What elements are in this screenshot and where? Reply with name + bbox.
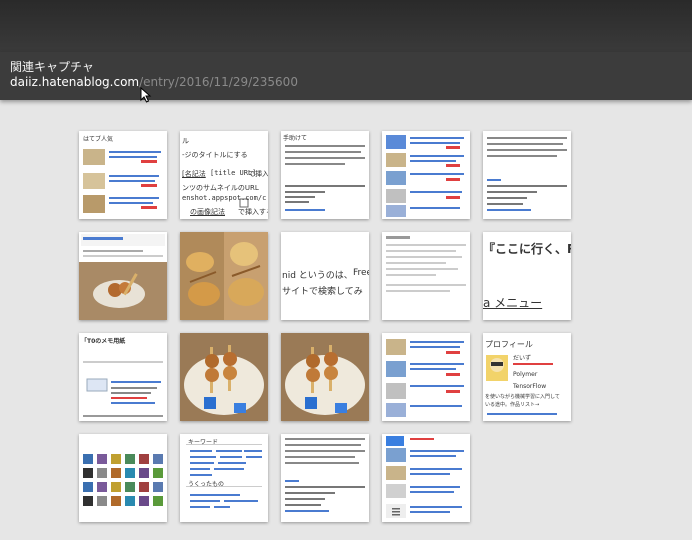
capture-tile[interactable]: 「T0のメモ用紙 <box>79 333 167 421</box>
capture-tile[interactable] <box>180 232 268 320</box>
avatar-icon <box>83 468 93 478</box>
tile-text: 手助けて <box>283 135 308 142</box>
capture-tile[interactable]: 『ここに行く、RA a メニュー <box>483 232 571 320</box>
capture-tile[interactable] <box>281 333 369 421</box>
avatar-icon <box>153 482 163 492</box>
avatar-icon <box>111 468 121 478</box>
tile-text: a メニュー <box>483 296 543 310</box>
capture-tile[interactable]: 手助けて <box>281 131 369 219</box>
capture-thumbnail <box>285 438 365 512</box>
tile-text: nid というのは、 <box>282 271 353 281</box>
page-title: 関連キャプチャ <box>10 60 94 74</box>
capture-tile[interactable]: nid というのは、 Free サイトで検索してみ <box>281 232 369 320</box>
tile-text: TensorFlow <box>513 383 547 390</box>
capture-tile[interactable]: プロフィール だいず Polymer TensorFlow を使いながら機械学習… <box>483 333 571 421</box>
avatar-icon <box>153 468 163 478</box>
capture-thumbnail <box>83 454 163 506</box>
capture-thumbnail <box>386 236 466 292</box>
capture-thumbnail <box>79 234 167 320</box>
avatar-icon <box>153 496 163 506</box>
tile-text: キーワード <box>188 439 219 446</box>
tile-text: Polymer <box>513 371 538 378</box>
avatar-icon <box>111 482 121 492</box>
capture-tile[interactable] <box>79 434 167 522</box>
url-host: daiiz.hatenablog.com <box>10 75 140 89</box>
capture-thumbnail <box>386 135 464 217</box>
capture-thumbnail <box>83 361 163 417</box>
capture-thumbnail <box>487 137 567 211</box>
tile-text: はてブ人気 <box>83 136 114 143</box>
capture-thumbnail <box>180 232 268 320</box>
capture-thumbnail <box>285 145 365 211</box>
page-url[interactable]: daiiz.hatenablog.com/entry/2016/11/29/23… <box>10 75 298 89</box>
capture-tile[interactable] <box>382 333 470 421</box>
tile-text: で挿入 <box>248 170 268 178</box>
capture-tile[interactable]: ル -ジのタイトルにする [名記法 [title URL] で挿入 ンツのサムネ… <box>180 131 268 219</box>
page-header: 関連キャプチャ daiiz.hatenablog.com/entry/2016/… <box>0 52 692 100</box>
capture-tile[interactable]: はてブ人気 <box>79 131 167 219</box>
tile-text: 『ここに行く、RA <box>483 242 571 256</box>
tile-text: [名記法 <box>182 170 206 178</box>
avatar-icon <box>111 454 121 464</box>
capture-tile[interactable] <box>281 434 369 522</box>
avatar-icon <box>125 468 135 478</box>
capture-tile[interactable] <box>79 232 167 320</box>
avatar-icon <box>139 454 149 464</box>
avatar-icon <box>83 496 93 506</box>
capture-thumbnail <box>186 444 262 508</box>
tile-text: いる途中。作品リスト→ <box>485 402 540 408</box>
capture-tile[interactable]: キーワード うくったもの <box>180 434 268 522</box>
capture-thumbnail <box>83 149 161 213</box>
tile-text: enshot.appspot.com/c <box>182 194 267 202</box>
tile-text: うくったもの <box>188 481 225 488</box>
capture-tile[interactable] <box>382 131 470 219</box>
capture-thumbnail <box>281 333 369 421</box>
capture-tile[interactable] <box>382 232 470 320</box>
capture-tile[interactable] <box>382 434 470 522</box>
capture-tile[interactable] <box>483 131 571 219</box>
capture-thumbnail <box>386 436 464 518</box>
tile-text: 「T0のメモ用紙 <box>81 338 126 345</box>
avatar-icon <box>139 496 149 506</box>
avatar-icon <box>153 454 163 464</box>
tile-text: プロフィール <box>485 340 533 349</box>
avatar-icon <box>111 496 121 506</box>
tile-text: サイトで検索してみ <box>282 287 363 297</box>
avatar-icon <box>97 482 107 492</box>
tile-text: だいず <box>513 355 532 362</box>
tile-text: の画像記法 <box>190 208 225 216</box>
capture-thumbnail <box>386 339 464 417</box>
window-titlebar <box>0 0 692 52</box>
avatar-icon <box>139 482 149 492</box>
tile-text: ンツのサムネイルのURL <box>182 184 259 192</box>
mouse-cursor-icon <box>140 87 152 103</box>
tile-text: -ジのタイトルにする <box>182 151 248 159</box>
avatar-icon <box>97 454 107 464</box>
avatar-icon <box>83 482 93 492</box>
avatar-icon <box>125 482 135 492</box>
avatar-icon <box>139 468 149 478</box>
tile-text: Free <box>353 268 369 278</box>
tile-text: を使いながら機械学習に入門して <box>485 394 560 400</box>
tile-text: で挿入する <box>238 208 268 216</box>
capture-tile[interactable] <box>180 333 268 421</box>
avatar-icon <box>97 468 107 478</box>
url-path: /entry/2016/11/29/235600 <box>139 75 298 89</box>
capture-thumbnail <box>180 333 268 421</box>
avatar-icon <box>125 496 135 506</box>
avatar-icon <box>125 454 135 464</box>
avatar-icon <box>97 496 107 506</box>
tile-text: ル <box>182 137 189 145</box>
avatar-icon <box>83 454 93 464</box>
